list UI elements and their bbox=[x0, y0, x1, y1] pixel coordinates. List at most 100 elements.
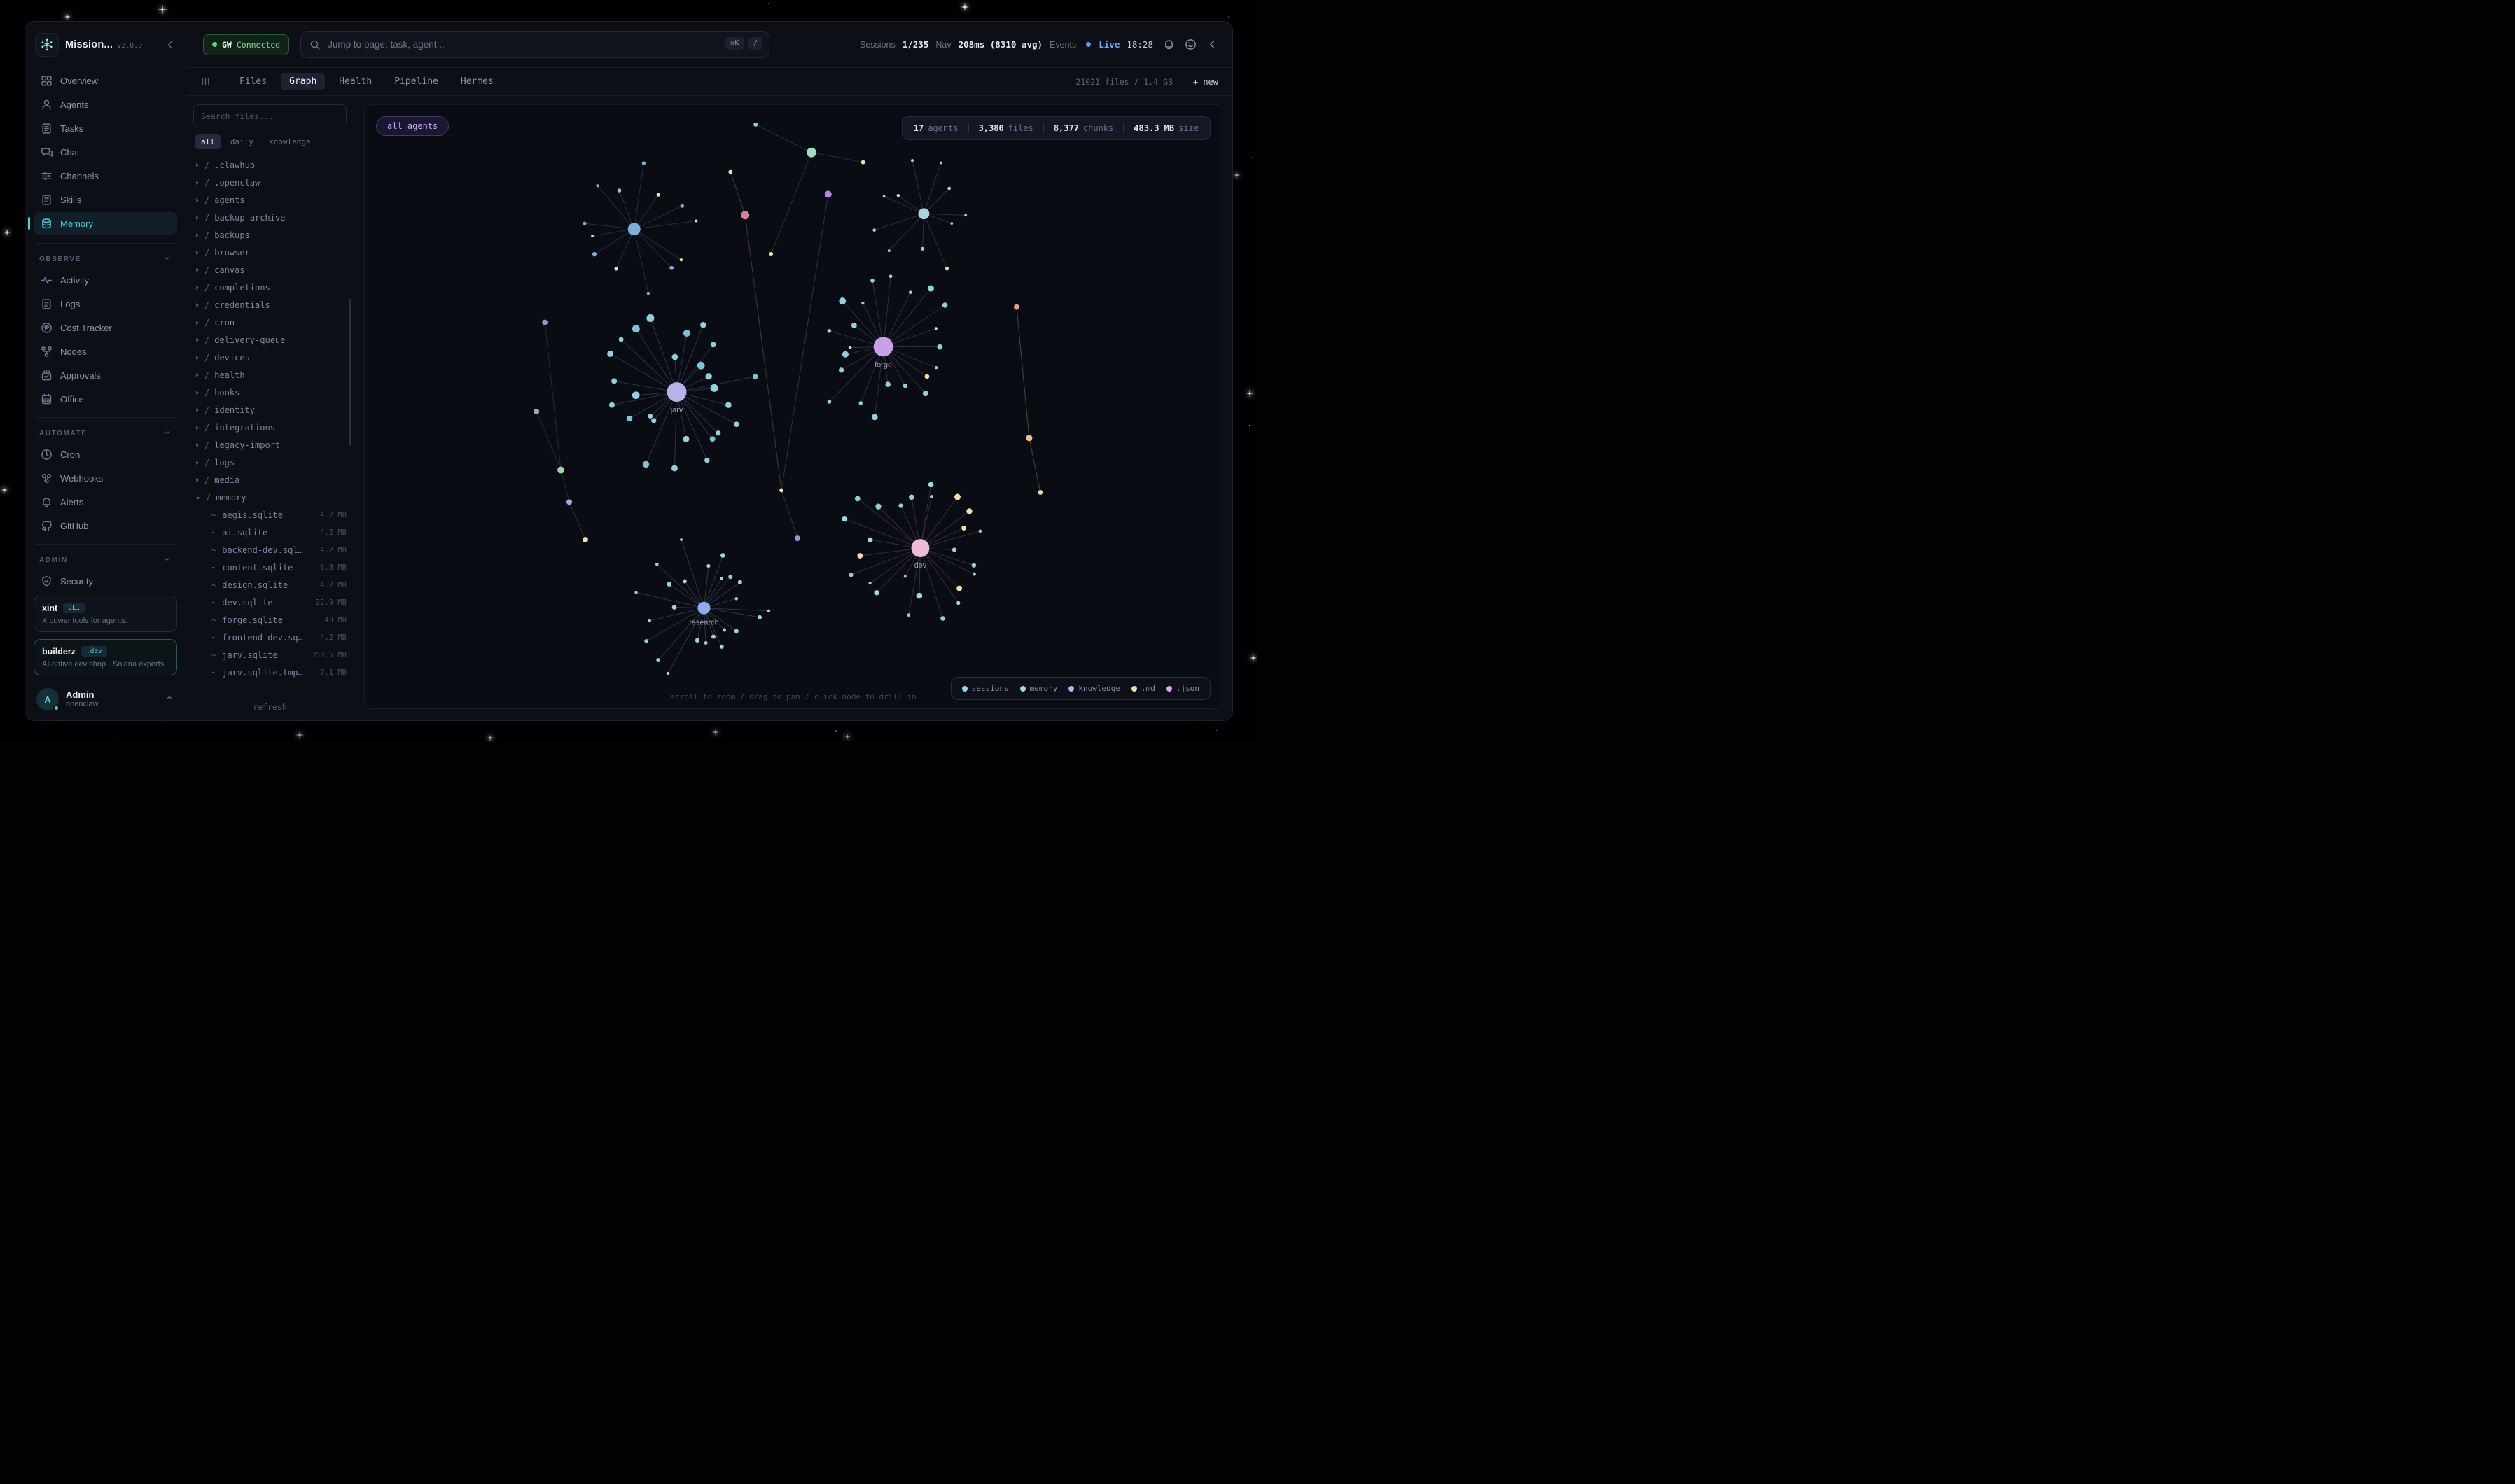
tab-graph[interactable]: Graph bbox=[281, 73, 325, 90]
section-header-observe[interactable]: OBSERVE bbox=[34, 251, 177, 269]
tab-files[interactable]: Files bbox=[231, 73, 275, 90]
graph-satellite-node[interactable] bbox=[716, 430, 720, 435]
graph-satellite-node[interactable] bbox=[947, 187, 951, 190]
graph-satellite-node[interactable] bbox=[924, 374, 929, 379]
graph-satellite-node[interactable] bbox=[592, 252, 597, 256]
folder-row[interactable]: /devices bbox=[193, 349, 347, 366]
file-row[interactable]: ~forge.sqlite43 MB bbox=[193, 611, 347, 629]
file-row[interactable]: ~ai.sqlite4.2 MB bbox=[193, 524, 347, 541]
sidebar-item-memory[interactable]: Memory bbox=[34, 212, 177, 234]
file-row[interactable]: ~jarv.sqlite.tmp…7.1 MB bbox=[193, 664, 347, 681]
sidebar-item-cron[interactable]: Cron bbox=[34, 443, 177, 465]
graph-satellite-node[interactable] bbox=[683, 436, 689, 442]
graph-satellite-node[interactable] bbox=[935, 366, 938, 369]
graph-loose-node[interactable] bbox=[534, 409, 539, 414]
graph-satellite-node[interactable] bbox=[909, 494, 914, 500]
tab-pipeline[interactable]: Pipeline bbox=[386, 73, 447, 90]
graph-satellite-node[interactable] bbox=[859, 401, 863, 405]
graph-satellite-node[interactable] bbox=[705, 373, 711, 379]
file-row[interactable]: ~jarv.sqlite350.5 MB bbox=[193, 646, 347, 664]
graph-satellite-node[interactable] bbox=[942, 302, 947, 307]
graph-satellite-node[interactable] bbox=[954, 494, 961, 500]
folder-row[interactable]: /completions bbox=[193, 279, 347, 296]
filter-chip-all[interactable]: all bbox=[195, 134, 221, 149]
graph-satellite-node[interactable] bbox=[706, 564, 710, 568]
graph-loose-node[interactable] bbox=[753, 122, 758, 127]
graph-loose-node[interactable] bbox=[1014, 304, 1019, 310]
graph-satellite-node[interactable] bbox=[619, 337, 624, 342]
sidebar-item-security[interactable]: Security bbox=[34, 570, 177, 592]
graph-satellite-node[interactable] bbox=[609, 402, 615, 408]
graph-satellite-node[interactable] bbox=[855, 496, 861, 501]
panel-collapse-icon[interactable] bbox=[1206, 38, 1218, 50]
filter-chip-knowledge[interactable]: knowledge bbox=[263, 134, 317, 149]
agent-graph[interactable]: jarvforgedevresearch bbox=[365, 105, 1222, 708]
sidebar-item-cost-tracker[interactable]: Cost Tracker bbox=[34, 316, 177, 339]
file-row[interactable]: ~frontend-dev.sq…4.2 MB bbox=[193, 629, 347, 646]
graph-satellite-node[interactable] bbox=[607, 351, 613, 357]
graph-hub-hub-ne[interactable] bbox=[918, 208, 929, 219]
sidebar-item-alerts[interactable]: Alerts bbox=[34, 491, 177, 513]
graph-satellite-node[interactable] bbox=[723, 628, 726, 631]
agents-filter-chip[interactable]: all agents bbox=[376, 116, 449, 136]
graph-hub-research[interactable] bbox=[697, 602, 710, 615]
graph-satellite-node[interactable] bbox=[885, 382, 891, 387]
graph-satellite-node[interactable] bbox=[680, 538, 683, 541]
sidebar-item-webhooks[interactable]: Webhooks bbox=[34, 467, 177, 489]
graph-satellite-node[interactable] bbox=[828, 329, 832, 333]
graph-satellite-node[interactable] bbox=[889, 274, 893, 278]
graph-satellite-node[interactable] bbox=[857, 553, 863, 559]
folder-row[interactable]: /canvas bbox=[193, 261, 347, 279]
folder-row[interactable]: /identity bbox=[193, 401, 347, 419]
sidebar-item-skills[interactable]: Skills bbox=[34, 188, 177, 211]
graph-satellite-node[interactable] bbox=[956, 586, 962, 592]
tab-hermes[interactable]: Hermes bbox=[452, 73, 502, 90]
folder-row[interactable]: /cron bbox=[193, 314, 347, 331]
sidebar-item-chat[interactable]: Chat bbox=[34, 141, 177, 163]
folder-row[interactable]: /integrations bbox=[193, 419, 347, 436]
graph-satellite-node[interactable] bbox=[872, 228, 876, 232]
graph-satellite-node[interactable] bbox=[667, 672, 669, 675]
graph-satellite-node[interactable] bbox=[695, 638, 699, 643]
graph-satellite-node[interactable] bbox=[940, 162, 942, 164]
graph-loose-node[interactable] bbox=[542, 320, 548, 326]
sidebar-collapse-button[interactable] bbox=[165, 39, 176, 50]
graph-loose-node[interactable] bbox=[1026, 435, 1032, 441]
graph-loose-node[interactable] bbox=[1038, 490, 1043, 495]
folder-row[interactable]: /health bbox=[193, 366, 347, 384]
graph-satellite-node[interactable] bbox=[897, 194, 900, 197]
graph-satellite-node[interactable] bbox=[646, 314, 654, 322]
refresh-button[interactable]: refresh bbox=[193, 694, 347, 715]
graph-satellite-node[interactable] bbox=[904, 575, 907, 578]
graph-satellite-node[interactable] bbox=[923, 391, 928, 396]
graph-satellite-node[interactable] bbox=[849, 573, 854, 577]
graph-satellite-node[interactable] bbox=[627, 416, 633, 422]
graph-satellite-node[interactable] bbox=[667, 582, 671, 587]
graph-satellite-node[interactable] bbox=[972, 563, 976, 567]
graph-satellite-node[interactable] bbox=[614, 267, 618, 270]
graph-satellite-node[interactable] bbox=[697, 362, 705, 370]
graph-satellite-node[interactable] bbox=[735, 597, 739, 601]
graph-satellite-node[interactable] bbox=[644, 639, 648, 643]
graph-satellite-node[interactable] bbox=[647, 292, 650, 295]
graph-satellite-node[interactable] bbox=[596, 184, 599, 187]
graph-hub-dev[interactable] bbox=[911, 539, 929, 557]
graph-satellite-node[interactable] bbox=[973, 573, 976, 576]
new-file-button[interactable]: + new bbox=[1193, 77, 1218, 87]
graph-satellite-node[interactable] bbox=[683, 579, 687, 583]
graph-satellite-node[interactable] bbox=[634, 591, 637, 594]
graph-satellite-node[interactable] bbox=[700, 322, 706, 328]
user-menu[interactable]: A Admin openclaw bbox=[34, 682, 177, 712]
graph-satellite-node[interactable] bbox=[720, 553, 725, 558]
graph-satellite-node[interactable] bbox=[680, 258, 683, 261]
promo-card-xint[interactable]: xintCLIX power tools for agents. bbox=[34, 596, 177, 632]
graph-satellite-node[interactable] bbox=[842, 351, 849, 358]
graph-satellite-node[interactable] bbox=[937, 344, 942, 350]
graph-satellite-node[interactable] bbox=[648, 414, 653, 419]
graph-satellite-node[interactable] bbox=[651, 418, 656, 423]
graph-satellite-node[interactable] bbox=[928, 482, 934, 488]
graph-satellite-node[interactable] bbox=[872, 414, 878, 421]
graph-satellite-node[interactable] bbox=[921, 247, 924, 251]
graph-satellite-node[interactable] bbox=[961, 526, 966, 531]
graph-satellite-node[interactable] bbox=[725, 402, 732, 408]
